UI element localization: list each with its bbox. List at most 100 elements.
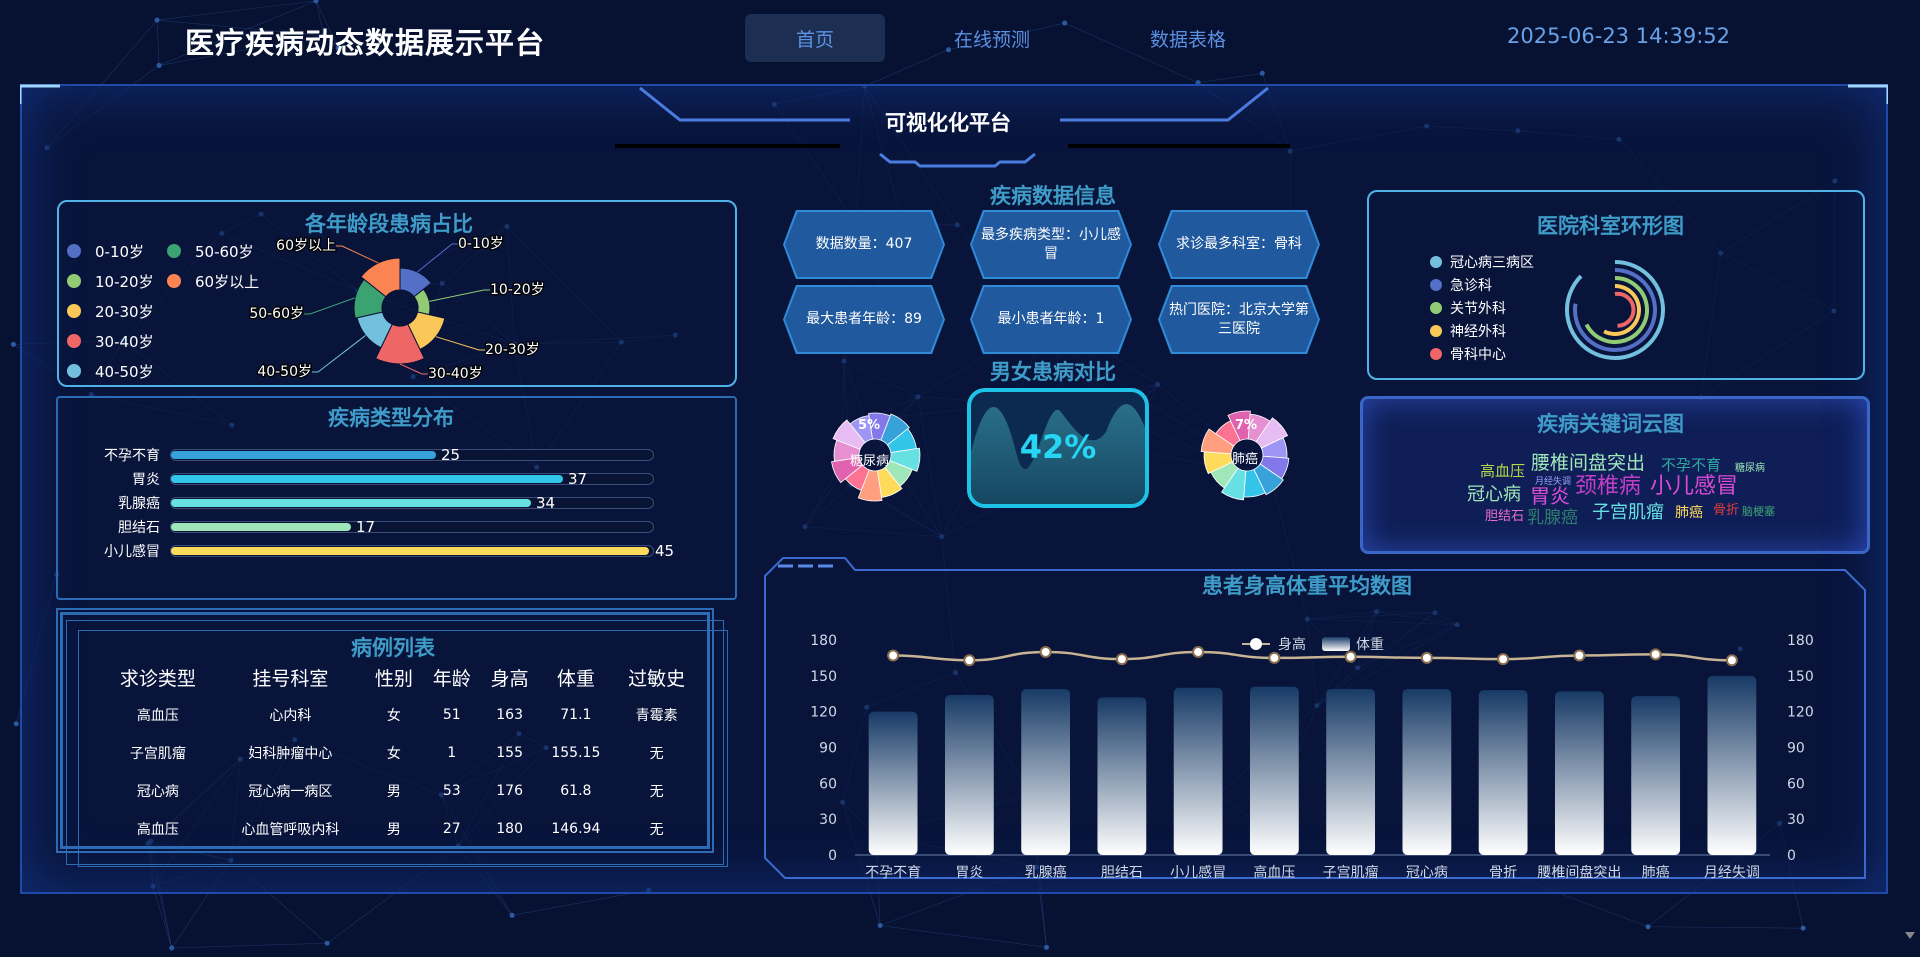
x-tick: 腰椎间盘突出 (1537, 864, 1621, 881)
bar (868, 711, 918, 855)
x-tick: 骨折 (1489, 865, 1517, 881)
cloud-word[interactable]: 腰椎间盘突出 (1531, 454, 1645, 473)
line-point (1725, 654, 1738, 667)
network-line (1198, 72, 1263, 83)
tab-data-table[interactable]: 数据表格 (1118, 14, 1258, 62)
bar-label: 不孕不育 (104, 448, 160, 464)
bar-value: 37 (568, 470, 588, 488)
cell: 无 (649, 822, 664, 838)
line-point (1497, 653, 1510, 666)
legend-item[interactable]: 30-40岁 (67, 326, 167, 356)
legend-item[interactable]: 急诊科 (1430, 273, 1534, 296)
cloud-word[interactable]: 小儿感冒 (1650, 476, 1738, 498)
bar (1478, 690, 1528, 855)
cloud-title: 疾病关键词云图 (1537, 412, 1684, 436)
legend-bar-swatch (1322, 637, 1350, 651)
network-node (13, 721, 19, 727)
cell: 51 (442, 707, 461, 723)
line-point (887, 649, 900, 662)
legend-item[interactable]: 0-10岁 (67, 236, 167, 266)
height-weight-chart: 0 0 30 30 60 60 90 90 120 120 150 150 180 180 不孕不育 胃炎 乳腺… (810, 633, 1814, 881)
cloud-word[interactable]: 糖尿病 (1735, 464, 1765, 474)
network-node (154, 17, 160, 23)
network-node (324, 940, 330, 946)
cell: 61.8 (560, 783, 592, 799)
y-tick-left: 180 (810, 633, 837, 649)
tab-online-predict[interactable]: 在线预测 (922, 14, 1062, 62)
age-pie-chart: 0-10岁 10-20岁 20-30岁30-40岁 40-50岁 50-60岁 60岁以上 (248, 235, 546, 384)
col-header: 年龄 (432, 667, 471, 690)
cell: 女 (386, 746, 401, 762)
x-tick: 小儿感冒 (1170, 864, 1226, 881)
x-tick: 高血压 (1253, 864, 1295, 881)
dept-legend: 冠心病三病区 急诊科 关节外科 神经外科 骨科中心 (1430, 250, 1534, 365)
bar (1326, 688, 1376, 855)
cloud-word[interactable]: 子宫肌瘤 (1592, 504, 1664, 522)
bar-fill (171, 523, 351, 531)
cloud-word[interactable]: 高血压 (1480, 464, 1525, 479)
legend-item[interactable]: 神经外科 (1430, 319, 1534, 342)
height-line (893, 650, 1732, 662)
bar (1021, 688, 1071, 855)
y-tick-left: 90 (819, 741, 837, 757)
cloud-word[interactable]: 骨折 (1713, 504, 1739, 517)
table-row[interactable]: 高血压 心血管呼吸内科 男 27 180 146.94 无 (100, 810, 700, 848)
cloud-word[interactable]: 肺癌 (1675, 506, 1703, 520)
cloud-word[interactable]: 乳腺癌 (1527, 510, 1578, 527)
cell: 女 (386, 708, 401, 724)
x-tick: 冠心病 (1406, 865, 1448, 881)
line-point (1573, 649, 1586, 662)
network-line (171, 942, 328, 949)
legend-item[interactable]: 关节外科 (1430, 296, 1534, 319)
cloud-word[interactable]: 脑梗塞 (1742, 506, 1775, 517)
gender-percent: 42% (1019, 428, 1097, 466)
network-line (880, 925, 1047, 948)
cell: 176 (496, 783, 523, 799)
cell: 27 (442, 821, 461, 837)
network-line (156, 20, 160, 66)
legend-item[interactable]: 10-20岁 (67, 266, 167, 296)
cloud-word[interactable]: 颈椎病 (1575, 476, 1641, 498)
table-row[interactable]: 高血压 心内科 女 51 163 71.1 青霉素 (100, 696, 700, 734)
right-label: 肺癌 (1232, 452, 1259, 467)
y-tick-right: 180 (1787, 633, 1814, 649)
info-title: 疾病数据信息 (990, 184, 1116, 208)
x-tick: 不孕不育 (865, 865, 921, 881)
cell: 1 (447, 745, 457, 761)
cloud-word[interactable]: 不孕不育 (1661, 458, 1721, 473)
network-node (156, 62, 162, 68)
bar (1554, 691, 1604, 855)
legend-item[interactable]: 20-30岁 (67, 296, 167, 326)
cell: 163 (496, 707, 523, 723)
network-node (10, 341, 16, 347)
tab-home[interactable]: 首页 (745, 14, 885, 62)
cloud-word[interactable]: 胆结石 (1485, 510, 1524, 523)
pie-leader-line (435, 336, 485, 351)
network-node (1800, 925, 1806, 931)
pie-leader-line (429, 289, 490, 302)
legend-label: 体重 (1356, 637, 1384, 653)
ring-arc (1614, 291, 1636, 328)
disease-bars: 不孕不育 25 胃炎 37 乳腺癌 34 胆结石 17 小儿感冒 45 (90, 443, 674, 563)
legend-item[interactable]: 冠心病三病区 (1430, 250, 1534, 273)
info-card: 热门医院：北京大学第三医院 (1158, 285, 1320, 354)
scroll-down-arrow-icon[interactable] (1905, 932, 1915, 939)
info-card: 求诊最多科室：骨科 (1158, 210, 1320, 279)
bar-value: 34 (536, 494, 556, 512)
pie-leader-line (312, 335, 366, 373)
table-row[interactable]: 冠心病 冠心病一病区 男 53 176 61.8 无 (100, 772, 700, 810)
legend-label: 身高 (1278, 636, 1306, 653)
cloud-word[interactable]: 冠心病 (1467, 486, 1521, 504)
line-point (1420, 651, 1433, 664)
left-percent: 5% (858, 418, 881, 433)
bar-label: 胃炎 (132, 472, 160, 488)
cloud-word[interactable]: 胃炎 (1530, 486, 1570, 506)
col-header: 挂号科室 (252, 667, 329, 690)
legend-item[interactable]: 40-50岁 (67, 356, 167, 386)
cell: 155.15 (551, 745, 601, 761)
clock: 2025-06-23 14:39:52 (1507, 24, 1731, 48)
legend-item[interactable]: 骨科中心 (1430, 342, 1534, 365)
cell: 71.1 (560, 707, 592, 723)
table-row[interactable]: 子宫肌瘤 妇科肿瘤中心 女 1 155 155.15 无 (100, 734, 700, 772)
pie-label: 10-20岁 (490, 282, 545, 298)
